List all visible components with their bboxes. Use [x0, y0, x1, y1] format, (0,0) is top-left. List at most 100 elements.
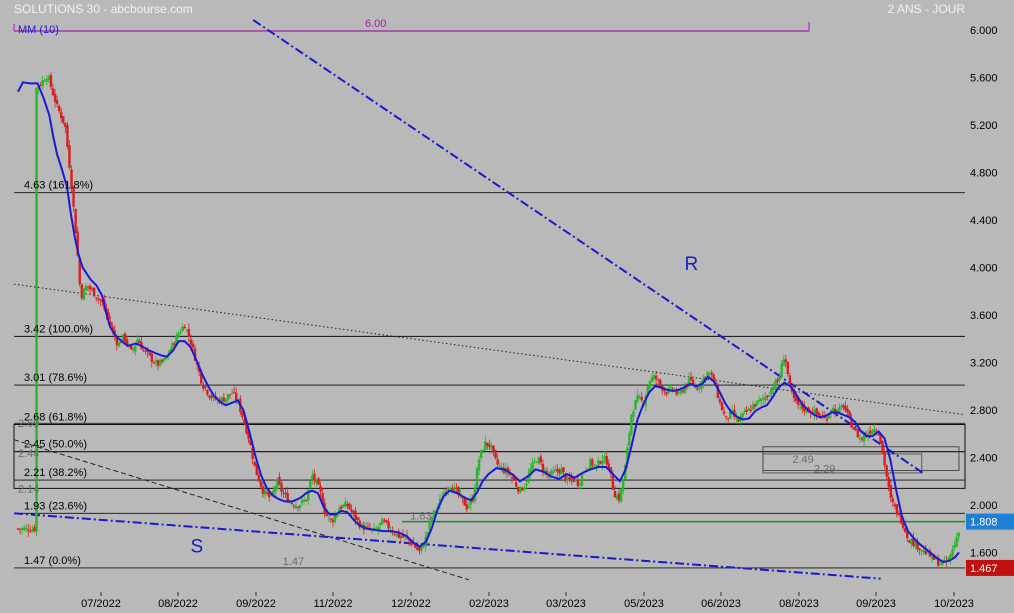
- chart-period: 2 ANS - JOUR: [888, 2, 966, 16]
- candle-body: [95, 297, 98, 299]
- level-note: 2.44: [18, 448, 39, 460]
- ma-legend: MM (10): [18, 24, 59, 36]
- candle-body: [302, 499, 306, 502]
- candle-body: [578, 483, 582, 485]
- candle-body: [317, 478, 320, 485]
- candle-body: [383, 520, 386, 522]
- candle-body: [955, 537, 958, 547]
- candle-body: [873, 429, 876, 432]
- candle-body: [770, 388, 773, 395]
- candle-body: [617, 493, 621, 501]
- candle-body: [348, 503, 351, 509]
- candle-body: [74, 208, 77, 234]
- candle-body: [885, 465, 888, 477]
- candle-body: [766, 395, 769, 398]
- y-tick-label: 2.800: [970, 405, 998, 417]
- candle-body: [656, 379, 660, 381]
- candle-body: [776, 379, 779, 382]
- candle-body: [97, 298, 100, 300]
- candle-body: [619, 489, 623, 502]
- candle-body: [745, 409, 748, 412]
- candle-body: [652, 375, 656, 380]
- candle-body: [278, 476, 281, 485]
- candle-body: [883, 451, 886, 466]
- candle-body: [339, 506, 343, 509]
- candle-body: [539, 456, 543, 463]
- candle-body: [253, 461, 256, 466]
- candle-body: [189, 339, 193, 345]
- candle-body: [895, 504, 899, 515]
- candle-body: [354, 510, 357, 520]
- x-tick-label: 08/2023: [779, 598, 819, 610]
- y-tick-label: 4.000: [970, 263, 998, 275]
- candle-body: [259, 481, 263, 487]
- candle-body: [304, 499, 308, 501]
- candle-body: [566, 477, 569, 481]
- candle-body: [488, 444, 491, 447]
- candle-body: [66, 125, 69, 147]
- candle-body: [844, 405, 847, 411]
- candle-body: [465, 504, 468, 510]
- candle-body: [862, 435, 866, 442]
- candle-body: [510, 477, 514, 479]
- low-price-label: 1.467: [970, 563, 998, 575]
- candle-body: [778, 376, 781, 381]
- fib-label: 4.63 (161.8%): [24, 180, 93, 192]
- x-tick-label: 08/2022: [158, 598, 198, 610]
- candle-body: [148, 352, 151, 355]
- candle-body: [84, 285, 88, 291]
- candle-body: [560, 468, 563, 475]
- candle-body: [517, 487, 520, 492]
- candle-body: [632, 411, 635, 417]
- candle-body: [33, 527, 36, 532]
- y-tick-label: 4.800: [970, 168, 998, 180]
- x-tick-label: 09/2023: [856, 598, 896, 610]
- candle-body: [881, 441, 884, 453]
- candle-body: [780, 363, 783, 377]
- candle-body: [280, 483, 283, 492]
- zone-label: 2.49: [792, 454, 813, 466]
- candle-body: [173, 343, 176, 345]
- candle-body: [774, 380, 777, 390]
- candle-body: [648, 381, 652, 388]
- candle-body: [782, 359, 785, 366]
- candle-body: [265, 491, 269, 494]
- candle-body: [638, 396, 641, 398]
- candle-body: [309, 480, 312, 489]
- candle-body: [741, 413, 744, 418]
- candle-body: [922, 549, 925, 553]
- candle-body: [387, 521, 390, 529]
- candle-body: [549, 470, 553, 475]
- candle-body: [119, 342, 123, 344]
- candle-body: [535, 461, 538, 463]
- y-tick-label: 6.000: [970, 25, 998, 37]
- candle-body: [346, 504, 349, 506]
- candle-body: [47, 76, 51, 80]
- x-tick-label: 10/2023: [934, 598, 974, 610]
- y-tick-label: 3.200: [970, 358, 998, 370]
- candle-body: [726, 417, 730, 419]
- candle-body: [947, 557, 950, 560]
- candle-body: [636, 394, 639, 402]
- candle-body: [897, 513, 901, 515]
- candle-body: [788, 375, 792, 385]
- candle-body: [311, 475, 314, 480]
- candle-body: [41, 80, 44, 86]
- candle-body: [202, 384, 205, 389]
- candle-body: [177, 333, 180, 337]
- candle-body: [315, 480, 318, 484]
- candle-body: [698, 387, 701, 389]
- x-tick-label: 09/2022: [236, 598, 276, 610]
- candle-body: [677, 392, 680, 394]
- candle-body: [154, 360, 158, 363]
- candle-body: [134, 345, 137, 352]
- candle-body: [467, 505, 470, 508]
- candle-body: [953, 544, 956, 548]
- resistance-letter: R: [685, 254, 699, 275]
- candle-body: [854, 428, 857, 431]
- candle-body: [558, 469, 561, 474]
- candle-body: [852, 427, 855, 430]
- candle-body: [90, 288, 94, 290]
- y-tick-label: 1.600: [970, 548, 998, 560]
- candle-body: [615, 495, 619, 500]
